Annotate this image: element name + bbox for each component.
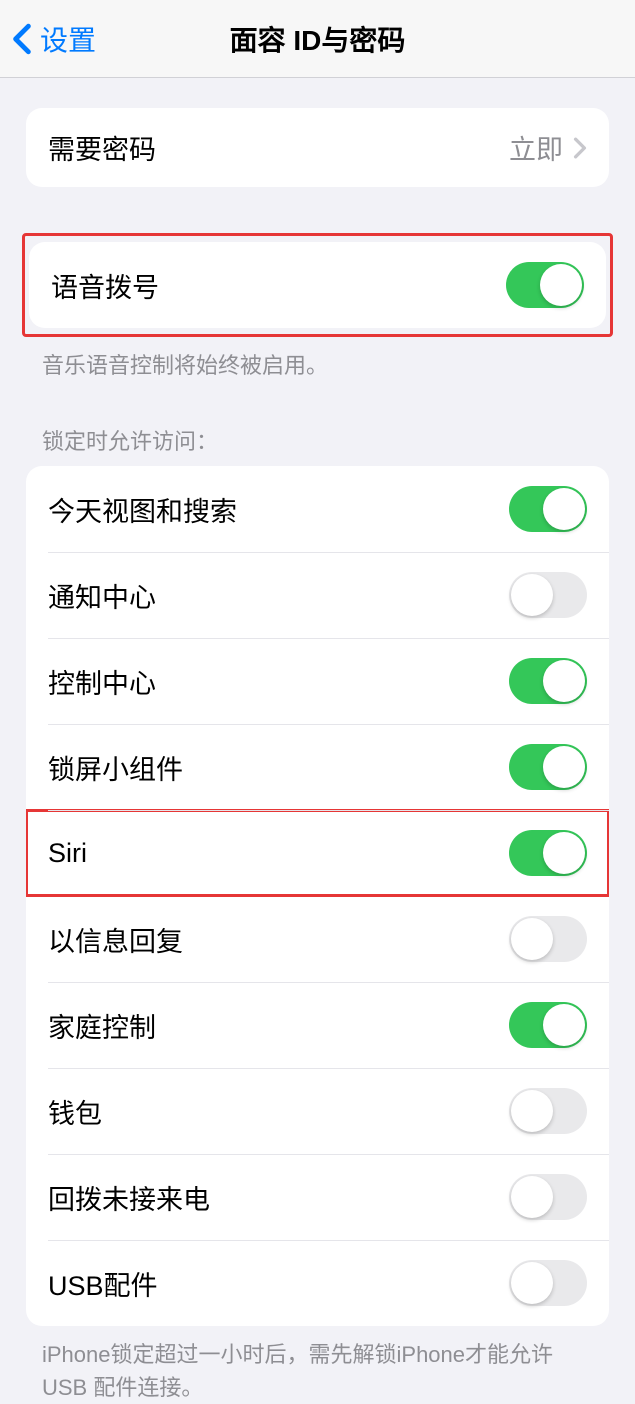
chevron-left-icon — [12, 23, 32, 55]
page-title: 面容 ID与密码 — [230, 19, 406, 59]
lock-access-label: 控制中心 — [48, 662, 156, 701]
require-passcode-value-wrap: 立即 — [509, 128, 587, 167]
nav-header: 设置 面容 ID与密码 — [0, 0, 635, 78]
voice-dial-row: 语音拨号 — [29, 242, 606, 328]
lock-access-footer: iPhone锁定超过一小时后，需先解锁iPhone才能允许 USB 配件连接。 — [0, 1326, 635, 1404]
toggle-knob — [543, 1004, 585, 1046]
lock-access-label: 以信息回复 — [48, 920, 183, 959]
toggle-knob — [511, 1176, 553, 1218]
toggle-knob — [511, 1090, 553, 1132]
lock-access-row: 今天视图和搜索 — [26, 466, 609, 552]
content: 需要密码 立即 语音拨号 音乐语音控制将始终被启用。 锁定时允许访问： 今天视图… — [0, 78, 635, 1404]
require-passcode-label: 需要密码 — [48, 128, 156, 167]
require-passcode-group: 需要密码 立即 — [26, 108, 609, 187]
voice-dial-group: 语音拨号 — [29, 242, 606, 328]
voice-dial-highlight: 语音拨号 — [22, 233, 613, 337]
lock-access-row: 控制中心 — [26, 638, 609, 724]
lock-access-label: 家庭控制 — [48, 1006, 156, 1045]
back-label: 设置 — [40, 19, 96, 59]
require-passcode-row[interactable]: 需要密码 立即 — [26, 108, 609, 187]
lock-access-toggle[interactable] — [509, 1002, 587, 1048]
lock-access-toggle[interactable] — [509, 486, 587, 532]
toggle-knob — [540, 264, 582, 306]
toggle-knob — [511, 1262, 553, 1304]
lock-access-toggle[interactable] — [509, 744, 587, 790]
lock-access-group: 今天视图和搜索通知中心控制中心锁屏小组件 Siri 以信息回复家庭控制钱包回拨未接来… — [26, 466, 609, 1326]
toggle-knob — [543, 488, 585, 530]
lock-access-row: Siri — [26, 810, 609, 896]
lock-access-row: 以信息回复 — [26, 896, 609, 982]
lock-access-toggle[interactable] — [509, 1260, 587, 1306]
toggle-knob — [511, 918, 553, 960]
lock-access-toggle[interactable] — [509, 1174, 587, 1220]
lock-access-row: 通知中心 — [26, 552, 609, 638]
lock-access-label: Siri — [48, 838, 87, 869]
lock-access-label: 今天视图和搜索 — [48, 490, 237, 529]
lock-access-label: 钱包 — [48, 1092, 102, 1131]
lock-access-label: 锁屏小组件 — [48, 748, 183, 787]
back-button[interactable]: 设置 — [0, 19, 96, 59]
lock-access-toggle[interactable] — [509, 572, 587, 618]
voice-dial-footer: 音乐语音控制将始终被启用。 — [0, 337, 635, 382]
lock-access-label: USB配件 — [48, 1264, 158, 1303]
lock-access-toggle[interactable] — [509, 916, 587, 962]
lock-access-header: 锁定时允许访问： — [0, 424, 635, 466]
lock-access-toggle[interactable] — [509, 830, 587, 876]
chevron-right-icon — [573, 137, 587, 159]
lock-access-row: 锁屏小组件 — [26, 724, 609, 810]
lock-access-row: 钱包 — [26, 1068, 609, 1154]
lock-access-toggle[interactable] — [509, 1088, 587, 1134]
voice-dial-label: 语音拨号 — [51, 266, 159, 305]
toggle-knob — [543, 746, 585, 788]
lock-access-label: 通知中心 — [48, 576, 156, 615]
toggle-knob — [543, 660, 585, 702]
lock-access-row: 家庭控制 — [26, 982, 609, 1068]
lock-access-label: 回拨未接来电 — [48, 1178, 210, 1217]
require-passcode-value: 立即 — [509, 128, 563, 167]
toggle-knob — [543, 832, 585, 874]
lock-access-toggle[interactable] — [509, 658, 587, 704]
lock-access-row: 回拨未接来电 — [26, 1154, 609, 1240]
voice-dial-toggle[interactable] — [506, 262, 584, 308]
toggle-knob — [511, 574, 553, 616]
